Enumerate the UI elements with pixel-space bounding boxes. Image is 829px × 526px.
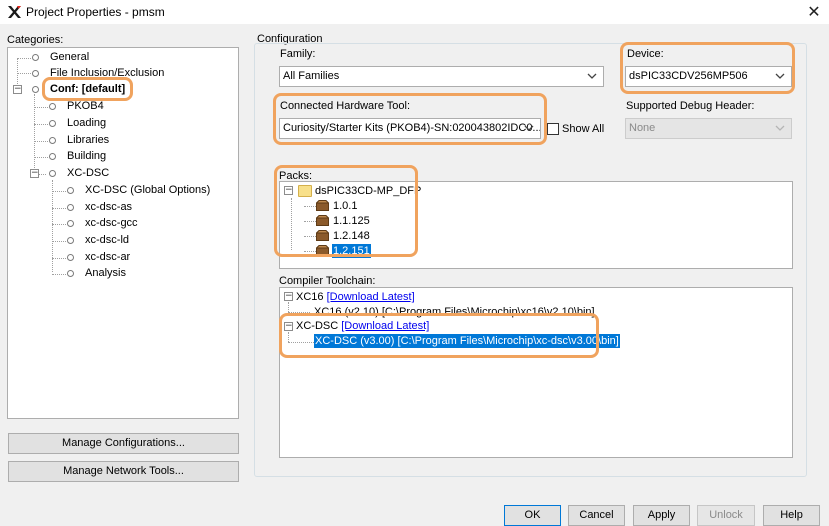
category-xc-dsc-ar[interactable]: xc-dsc-ar (85, 250, 130, 264)
debug-header-label: Supported Debug Header: (626, 100, 755, 112)
collapse-icon[interactable]: − (30, 169, 39, 178)
unlock-button[interactable]: Unlock (697, 505, 755, 526)
categories-label: Categories: (7, 34, 64, 46)
packs-tree[interactable]: − dsPIC33CD-MP_DFP 1.0.1 1.1.125 1.2.148… (279, 181, 793, 269)
show-all-checkbox[interactable] (547, 123, 559, 135)
xc16-download-link[interactable]: [Download Latest] (327, 291, 415, 303)
category-xc-dsc-gcc[interactable]: xc-dsc-gcc (85, 216, 138, 230)
chevron-down-icon (587, 73, 597, 79)
package-box-icon (316, 215, 329, 226)
collapse-icon[interactable]: − (284, 186, 293, 195)
circle-node-icon (67, 204, 74, 211)
pack-version[interactable]: 1.0.1 (333, 199, 357, 213)
debug-header-select[interactable]: None (625, 118, 792, 139)
category-loading[interactable]: Loading (67, 116, 106, 130)
mplab-x-icon (8, 6, 21, 18)
circle-node-icon (67, 254, 74, 261)
ok-button[interactable]: OK (504, 505, 561, 526)
category-xc-dsc-global[interactable]: XC-DSC (Global Options) (85, 183, 210, 197)
hardware-tool-value: Curiosity/Starter Kits (PKOB4)-SN:020043… (283, 122, 541, 134)
circle-node-icon (49, 153, 56, 160)
toolchain-xc16[interactable]: XC16 [Download Latest] (296, 290, 415, 304)
pack-version[interactable]: 1.2.148 (333, 229, 370, 243)
category-xc-dsc[interactable]: XC-DSC (67, 166, 109, 180)
circle-node-icon (49, 170, 56, 177)
toolchain-xc-dsc[interactable]: XC-DSC [Download Latest] (296, 319, 429, 333)
device-value: dsPIC33CDV256MP506 (629, 70, 748, 82)
category-xc-dsc-as[interactable]: xc-dsc-as (85, 200, 132, 214)
package-box-icon (316, 200, 329, 211)
chevron-down-icon (524, 125, 534, 131)
help-button[interactable]: Help (763, 505, 820, 526)
toolchain-xc16-entry[interactable]: XC16 (v2.10) [C:\Program Files\Microchip… (314, 305, 595, 319)
cancel-button[interactable]: Cancel (568, 505, 625, 526)
chevron-down-icon (775, 125, 785, 131)
category-file-inclusion[interactable]: File Inclusion/Exclusion (50, 66, 164, 80)
circle-node-icon (32, 54, 39, 61)
manage-network-tools-button[interactable]: Manage Network Tools... (8, 461, 239, 482)
circle-node-icon (67, 220, 74, 227)
collapse-icon[interactable]: − (284, 292, 293, 301)
circle-node-icon (49, 103, 56, 110)
circle-node-icon (49, 120, 56, 127)
category-analysis[interactable]: Analysis (85, 266, 126, 280)
circle-node-icon (67, 270, 74, 277)
circle-node-icon (67, 237, 74, 244)
circle-node-icon (32, 86, 39, 93)
apply-button[interactable]: Apply (633, 505, 690, 526)
device-label: Device: (627, 48, 664, 60)
category-libraries[interactable]: Libraries (67, 133, 109, 147)
toolchain-label: Compiler Toolchain: (279, 275, 376, 287)
window-title: Project Properties - pmsm (26, 5, 165, 19)
package-box-icon (316, 230, 329, 241)
family-select[interactable]: All Families (279, 66, 604, 87)
circle-node-icon (49, 137, 56, 144)
folder-icon (298, 185, 312, 197)
manage-configurations-button[interactable]: Manage Configurations... (8, 433, 239, 454)
title-bar: Project Properties - pmsm ✕ (0, 0, 829, 24)
chevron-down-icon (775, 73, 785, 79)
category-building[interactable]: Building (67, 149, 106, 163)
hardware-tool-label: Connected Hardware Tool: (280, 100, 411, 112)
xc-dsc-download-link[interactable]: [Download Latest] (341, 320, 429, 332)
category-pkob4[interactable]: PKOB4 (67, 99, 104, 113)
family-value: All Families (283, 70, 340, 82)
package-box-icon (316, 245, 329, 256)
debug-header-value: None (629, 122, 656, 134)
close-icon[interactable]: ✕ (804, 2, 824, 22)
device-select[interactable]: dsPIC33CDV256MP506 (625, 66, 792, 87)
pack-root[interactable]: dsPIC33CD-MP_DFP (315, 184, 421, 198)
pack-version[interactable]: 1.1.125 (333, 214, 370, 228)
collapse-icon[interactable]: − (13, 85, 22, 94)
toolchain-xc-dsc-entry-selected[interactable]: XC-DSC (v3.00) [C:\Program Files\Microch… (314, 334, 620, 348)
categories-tree[interactable]: General File Inclusion/Exclusion − Conf:… (7, 47, 239, 419)
collapse-icon[interactable]: − (284, 322, 293, 331)
circle-node-icon (67, 187, 74, 194)
hardware-tool-select[interactable]: Curiosity/Starter Kits (PKOB4)-SN:020043… (279, 118, 541, 139)
show-all-label: Show All (562, 123, 605, 135)
category-xc-dsc-ld[interactable]: xc-dsc-ld (85, 233, 129, 247)
category-conf-default[interactable]: Conf: [default] (50, 82, 125, 96)
circle-node-icon (32, 70, 39, 77)
family-label: Family: (280, 48, 316, 60)
category-general[interactable]: General (50, 50, 89, 64)
toolchain-tree[interactable]: − XC16 [Download Latest] XC16 (v2.10) [C… (279, 287, 793, 458)
pack-version-selected[interactable]: 1.2.151 (332, 244, 371, 258)
